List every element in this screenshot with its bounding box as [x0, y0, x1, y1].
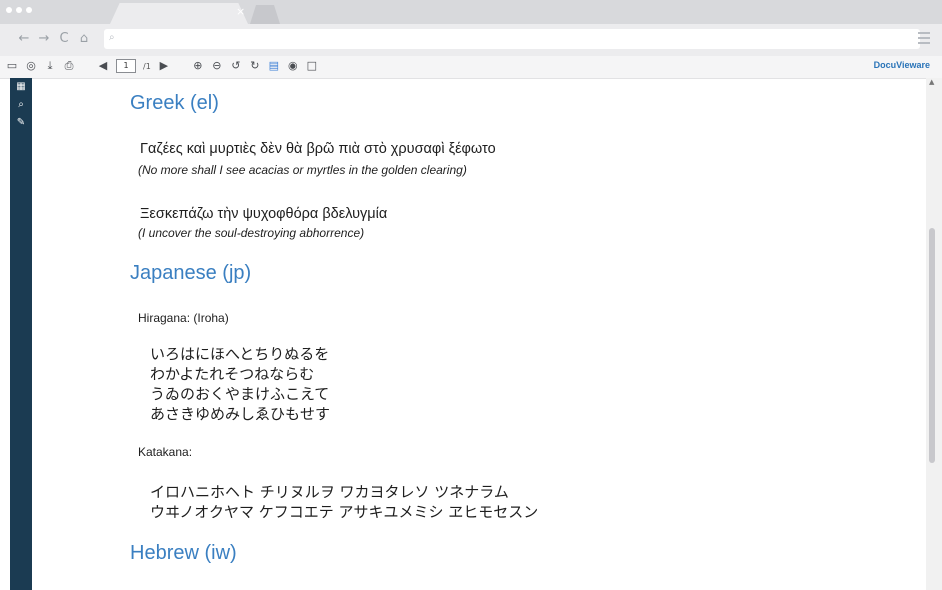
katakana-line: イロハニホヘト チリヌルヲ ワカヨタレソ ツネナラム [150, 483, 509, 501]
forward-arrow-icon[interactable]: → [38, 32, 50, 46]
greek-text-line: Ξεσκεπάζω τὴν ψυχοφθόρα βδελυγμία [140, 206, 388, 222]
home-icon[interactable]: ⌂ [78, 32, 90, 46]
katakana-line: ウヰノオクヤマ ケフコエテ アサキユメミシ ヱヒモセスン [150, 503, 539, 521]
fit-page-icon[interactable]: ▤ [268, 59, 280, 73]
address-bar[interactable]: ⌕ [104, 29, 920, 49]
rotate-left-icon[interactable]: ↺ [230, 59, 242, 73]
nav-buttons: ← → C ⌂ [18, 32, 90, 46]
search-icon: ⌕ [109, 32, 115, 43]
viewer-sidebar: ▦ ⌕ ✎ [10, 78, 32, 590]
search-icon[interactable]: ⌕ [10, 99, 32, 111]
rotate-right-icon[interactable]: ↻ [249, 59, 261, 73]
section-heading-japanese: Japanese (jp) [130, 262, 252, 284]
greek-text-line: Γαζέες καὶ μυρτιὲς δὲν θὰ βρῶ πιὰ στὸ χρ… [140, 141, 496, 157]
katakana-label: Katakana: [138, 445, 193, 459]
browser-menu-icon[interactable] [918, 32, 930, 47]
navigation-bar: ← → C ⌂ ⌕ [0, 24, 942, 56]
hiragana-line: あさきゆめみしゑひもせす [150, 405, 331, 423]
thumbnails-icon[interactable]: ▦ [10, 81, 32, 93]
download-icon[interactable]: ⤓ [44, 59, 56, 73]
page-total: /1 [143, 61, 151, 71]
viewer-toolbar: ▭ ◎ ⤓ ⎙ ◀ 1 /1 ▶ ⊕ ⊖ ↺ ↻ ▤ ◉ □ DocuViewa… [0, 56, 942, 79]
open-folder-icon[interactable]: ▭ [6, 59, 18, 73]
close-window-dot[interactable] [6, 7, 12, 13]
document-page: Greek (el) Γαζέες καὶ μυρτιὲς δὲν θὰ βρῶ… [32, 78, 926, 590]
fullscreen-icon[interactable]: □ [306, 59, 318, 73]
view-icon[interactable]: ◉ [287, 59, 299, 73]
greek-translation: (No more shall I see acacias or myrtles … [138, 163, 467, 177]
docuvieware-logo: DocuVieware [873, 60, 930, 70]
zoom-in-icon[interactable]: ⊕ [192, 59, 204, 73]
window-controls[interactable] [6, 7, 32, 13]
hiragana-line: いろはにほへとちりぬるを [150, 345, 330, 363]
hiragana-line: わかよたれそつねならむ [150, 365, 315, 383]
back-arrow-icon[interactable]: ← [18, 32, 30, 46]
section-heading-greek: Greek (el) [130, 92, 219, 114]
tab-close-icon[interactable]: × [236, 5, 245, 19]
browser-chrome: × ← → C ⌂ ⌕ [0, 0, 942, 56]
hiragana-line: うゐのおくやまけふこえて [150, 385, 330, 403]
globe-icon[interactable]: ◎ [25, 59, 37, 73]
new-tab-button[interactable] [250, 5, 280, 24]
hiragana-label: Hiragana: (Iroha) [138, 311, 229, 325]
scrollbar-thumb[interactable] [929, 228, 935, 463]
section-heading-hebrew: Hebrew (iw) [130, 542, 237, 564]
greek-translation: (I uncover the soul-destroying abhorrenc… [138, 226, 365, 240]
scrollbar[interactable]: ▲ [926, 78, 942, 590]
annotate-icon[interactable]: ✎ [10, 117, 32, 129]
print-icon[interactable]: ⎙ [63, 59, 75, 73]
maximize-window-dot[interactable] [26, 7, 32, 13]
minimize-window-dot[interactable] [16, 7, 22, 13]
page-number-input[interactable]: 1 [116, 59, 136, 73]
reload-icon[interactable]: C [58, 32, 70, 46]
next-page-icon[interactable]: ▶ [158, 59, 170, 73]
scroll-up-arrow-icon[interactable]: ▲ [929, 78, 934, 86]
browser-tab[interactable] [110, 3, 248, 24]
zoom-out-icon[interactable]: ⊖ [211, 59, 223, 73]
previous-page-icon[interactable]: ◀ [97, 59, 109, 73]
